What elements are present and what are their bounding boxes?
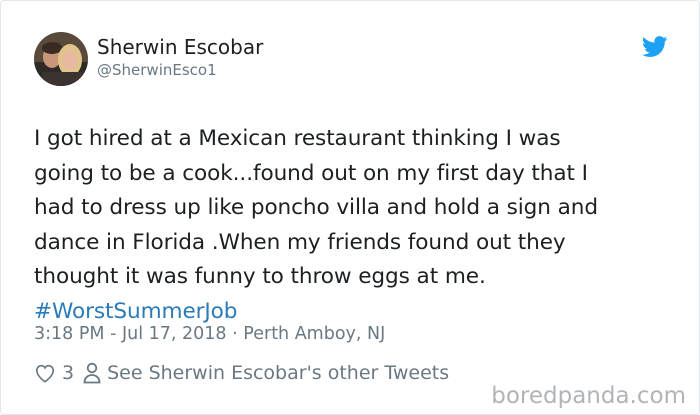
location-link[interactable]: Perth Amboy, NJ (243, 324, 385, 344)
author-handle[interactable]: @SherwinEsco1 (97, 61, 217, 79)
timestamp-link[interactable]: 3:18 PM - Jul 17, 2018 (34, 324, 227, 344)
other-tweets-link[interactable]: See Sherwin Escobar's other Tweets (83, 361, 449, 385)
tweet-text-line: going to be a cook...found out on my fir… (34, 160, 588, 186)
heart-icon (35, 364, 55, 383)
meta-separator: · (232, 324, 238, 344)
tweet-card: Sherwin Escobar @SherwinEsco1 I got hire… (0, 0, 700, 415)
avatar-photo-icon (34, 32, 88, 86)
tweet-meta: 3:18 PM - Jul 17, 2018 · Perth Amboy, NJ (34, 323, 385, 345)
tweet-text-line: I got hired at a Mexican restaurant thin… (34, 126, 561, 151)
tweet-text-line: had to dress up like poncho villa and ho… (34, 195, 598, 220)
author-name[interactable]: Sherwin Escobar (97, 35, 263, 59)
watermark-logo: boredpanda.com (489, 382, 688, 410)
tweet-text: I got hired at a Mexican restaurant thin… (34, 122, 684, 329)
tweet-text-line: dance in Florida .When my friends found … (34, 229, 566, 255)
tweet-actions: 3 See Sherwin Escobar's other Tweets (34, 361, 449, 385)
person-icon (83, 362, 101, 384)
other-tweets-label: See Sherwin Escobar's other Tweets (107, 362, 450, 384)
like-count: 3 (62, 362, 75, 384)
tweet-text-line: thought it was funny to throw eggs at me… (34, 264, 486, 289)
twitter-bird-icon[interactable] (642, 36, 668, 58)
like-button[interactable]: 3 (34, 361, 74, 385)
avatar[interactable] (34, 32, 88, 86)
